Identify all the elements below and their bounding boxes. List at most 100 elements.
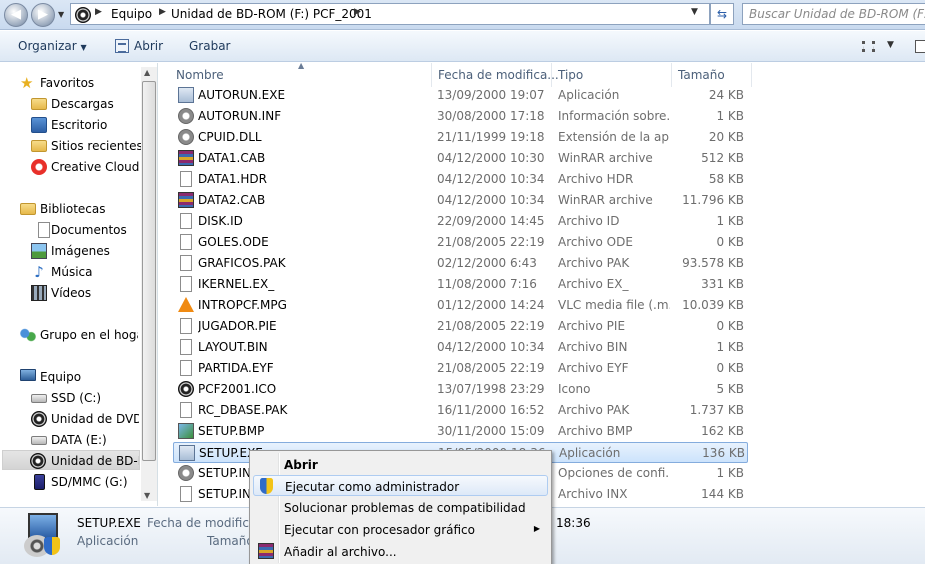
- open-button[interactable]: Abrir: [134, 39, 163, 53]
- submenu-arrow-icon: ▶: [533, 524, 540, 533]
- sort-ascending-icon: ▲: [298, 61, 305, 70]
- nav-libraries[interactable]: Bibliotecas: [20, 199, 138, 219]
- file-size: 10.039 KB: [682, 298, 744, 312]
- view-dropdown[interactable]: ▼: [887, 40, 894, 50]
- address-dropdown[interactable]: ▼: [691, 7, 698, 17]
- documents-icon: [38, 222, 50, 238]
- menu-item-run-as-admin[interactable]: Ejecutar como administrador: [253, 475, 548, 496]
- file-row[interactable]: DISK.ID 22/09/2000 14:45 Archivo ID 1 KB: [173, 211, 748, 232]
- file-name: DATA2.CAB: [198, 193, 266, 207]
- file-date: 04/12/2000 10:34: [437, 340, 545, 354]
- nav-item-dvd[interactable]: Unidad de DVD R: [31, 409, 139, 429]
- nav-item-bd-rom[interactable]: Unidad de BD-RO: [2, 450, 140, 470]
- back-button[interactable]: ◀: [4, 3, 28, 27]
- nav-favorites[interactable]: ★ Favoritos: [20, 73, 138, 93]
- file-row[interactable]: PCF2001.ICO 13/07/1998 23:29 Icono 5 KB: [173, 379, 748, 400]
- file-row[interactable]: SETUP.BMP 30/11/2000 15:09 Archivo BMP 162 …: [173, 421, 748, 442]
- search-input[interactable]: Buscar Unidad de BD-ROM (F:) PCF_2001: [742, 3, 925, 25]
- file-row[interactable]: IKERNEL.EX_ 11/08/2000 7:16 Archivo EX_ 331…: [173, 274, 748, 295]
- scroll-down-arrow[interactable]: ▼: [144, 491, 150, 500]
- column-header-type[interactable]: Tipo: [552, 63, 672, 87]
- menu-item-add-to-archive[interactable]: Añadir al archivo...: [253, 541, 548, 562]
- column-header-name[interactable]: Nombre ▲: [170, 61, 432, 87]
- file-row[interactable]: GOLES.ODE 21/08/2005 22:19 Archivo ODE 0 KB: [173, 232, 748, 253]
- nav-item-imagenes[interactable]: Imágenes: [31, 241, 139, 261]
- sidebar-scrollbar[interactable]: ▲ ▼: [141, 67, 157, 501]
- file-type: Archivo EX_: [558, 277, 629, 291]
- file-type: Icono: [558, 382, 591, 396]
- scroll-up-arrow[interactable]: ▲: [144, 68, 150, 77]
- file-date: 21/08/2005 22:19: [437, 235, 545, 249]
- file-row[interactable]: DATA1.HDR 04/12/2000 10:34 Archivo HDR 58 K…: [173, 169, 748, 190]
- column-header-size[interactable]: Tamaño: [672, 63, 752, 87]
- file-name: DISK.ID: [198, 214, 243, 228]
- column-label: Fecha de modifica...: [438, 68, 559, 82]
- chevron-right-icon[interactable]: ▶: [354, 7, 361, 17]
- organize-button[interactable]: Organizar ▼: [18, 39, 87, 53]
- file-size: 1.737 KB: [689, 403, 744, 417]
- desktop-icon: [31, 117, 47, 133]
- file-size: 0 KB: [716, 319, 744, 333]
- menu-item-run-with-gpu[interactable]: Ejecutar con procesador gráfico ▶: [253, 519, 548, 540]
- nav-label: Equipo: [40, 370, 82, 384]
- nav-item-sd[interactable]: SD/MMC (G:): [31, 472, 139, 492]
- breadcrumb[interactable]: ▶ Equipo ▶ Unidad de BD-ROM (F:) PCF_200…: [70, 3, 710, 25]
- nav-computer[interactable]: Equipo: [20, 367, 138, 387]
- file-row[interactable]: RC_DBASE.PAK 16/11/2000 16:52 Archivo PAK 1…: [173, 400, 748, 421]
- nav-item-documentos[interactable]: Documentos: [31, 220, 139, 240]
- column-header-date[interactable]: Fecha de modifica...: [432, 63, 559, 87]
- file-row[interactable]: DATA2.CAB 04/12/2000 10:34 WinRAR archive 1…: [173, 190, 748, 211]
- file-row[interactable]: DATA1.CAB 04/12/2000 10:30 WinRAR archive 5…: [173, 148, 748, 169]
- nav-item-ssd[interactable]: SSD (C:): [31, 388, 139, 408]
- nav-label: Grupo en el hogar: [40, 328, 138, 342]
- file-list: Nombre ▲ Fecha de modifica... Tipo Tamañ…: [170, 61, 925, 506]
- nav-item-creative-cloud[interactable]: Creative Cloud Fi: [31, 157, 139, 177]
- breadcrumb-equipo[interactable]: Equipo: [111, 7, 152, 21]
- nav-label: Sitios recientes: [51, 139, 143, 153]
- column-label: Nombre: [176, 68, 224, 82]
- star-icon: ★: [20, 74, 34, 92]
- breadcrumb-current-drive[interactable]: Unidad de BD-ROM (F:) PCF_2001: [171, 7, 372, 21]
- recent-pages-dropdown[interactable]: ▼: [58, 10, 64, 19]
- forward-button[interactable]: ▶: [31, 3, 55, 27]
- football-icon: [178, 381, 194, 397]
- file-name: AUTORUN.EXE: [198, 88, 286, 102]
- nav-item-descargas[interactable]: Descargas: [31, 94, 139, 114]
- app-icon: [178, 87, 194, 103]
- file-size: 11.796 KB: [682, 193, 744, 207]
- menu-item-open[interactable]: Abrir: [253, 454, 548, 475]
- file-row[interactable]: CPUID.DLL 21/11/1999 19:18 Extensión de la…: [173, 127, 748, 148]
- chevron-right-icon[interactable]: ▶: [95, 7, 102, 17]
- file-row[interactable]: AUTORUN.INF 30/08/2000 17:18 Información s…: [173, 106, 748, 127]
- file-icon: [180, 339, 192, 355]
- file-row[interactable]: LAYOUT.BIN 04/12/2000 10:34 Archivo BIN 1 K…: [173, 337, 748, 358]
- nav-item-musica[interactable]: ♪ Música: [31, 262, 139, 282]
- details-size-label: Tamaño: [207, 534, 254, 548]
- menu-item-troubleshoot-compatibility[interactable]: Solucionar problemas de compatibilidad: [253, 497, 548, 518]
- file-name: CPUID.DLL: [198, 130, 262, 144]
- nav-item-recent-places[interactable]: Sitios recientes: [31, 136, 143, 156]
- scrollbar-thumb[interactable]: [142, 81, 156, 461]
- nav-item-data[interactable]: DATA (E:): [31, 430, 139, 450]
- nav-item-escritorio[interactable]: Escritorio: [31, 115, 139, 135]
- sd-card-icon: [34, 474, 45, 490]
- creative-cloud-icon: [31, 159, 47, 175]
- file-size: 5 KB: [716, 382, 744, 396]
- file-row[interactable]: GRAFICOS.PAK 02/12/2000 6:43 Archivo PAK 93…: [173, 253, 748, 274]
- change-view-icon[interactable]: [862, 41, 875, 52]
- file-row[interactable]: INTROPCF.MPG 01/12/2000 14:24 VLC media fi…: [173, 295, 748, 316]
- refresh-button[interactable]: ⇆: [710, 3, 734, 25]
- file-row[interactable]: AUTORUN.EXE 13/09/2000 19:07 Aplicación 24 …: [173, 85, 748, 106]
- nav-homegroup[interactable]: Grupo en el hogar: [20, 325, 138, 345]
- uac-shield-icon: [260, 478, 273, 494]
- file-row[interactable]: JUGADOR.PIE 21/08/2005 22:19 Archivo PIE 0 …: [173, 316, 748, 337]
- file-date: 13/09/2000 19:07: [437, 88, 545, 102]
- setup-icon: [20, 511, 66, 559]
- file-icon: [180, 213, 192, 229]
- chevron-right-icon[interactable]: ▶: [159, 7, 166, 17]
- nav-item-videos[interactable]: Vídeos: [31, 283, 139, 303]
- burn-button[interactable]: Grabar: [189, 39, 231, 53]
- hdr-file-icon: [180, 171, 192, 187]
- file-row[interactable]: PARTIDA.EYF 21/08/2005 22:19 Archivo EYF 0 …: [173, 358, 748, 379]
- preview-pane-button[interactable]: [915, 40, 925, 53]
